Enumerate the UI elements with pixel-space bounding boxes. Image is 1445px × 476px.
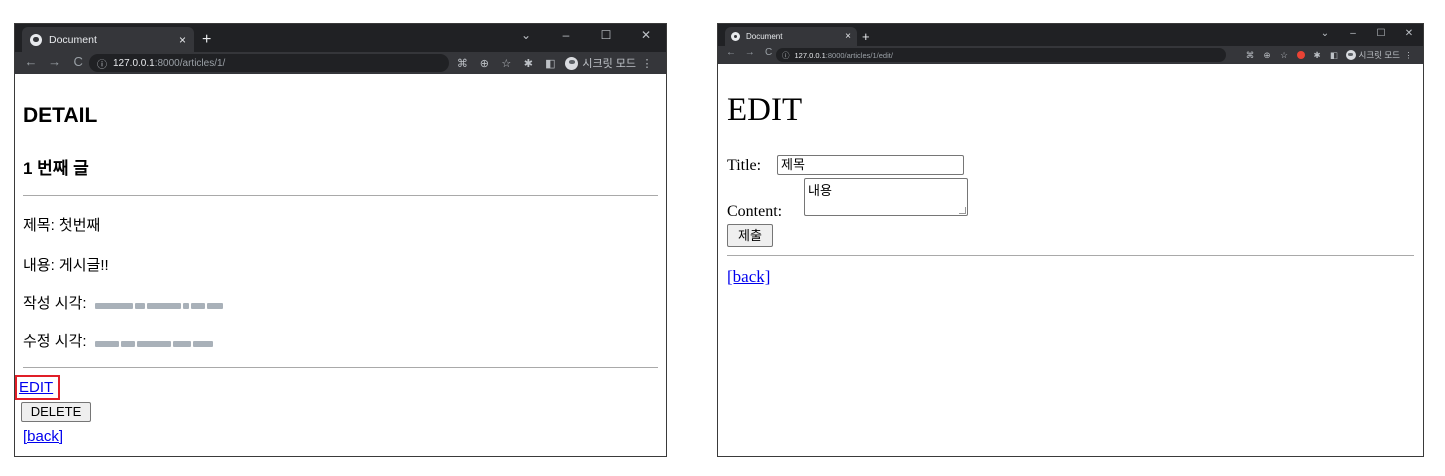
tab-strip: Document × + ⌄ – ☐ ✕ [718,24,1423,46]
reload-icon[interactable]: C [761,47,777,58]
page-content: EDIT Title: 제목 Content: 내용 제출 [back] [718,64,1423,456]
url-host: 127.0.0.1 [113,57,155,69]
reload-icon[interactable]: C [68,54,88,69]
article-content: 내용: 게시글!! [23,257,109,274]
title-input[interactable]: 제목 [777,155,964,175]
browser-toolbar: ← → C ⓘ 127.0.0.1:8000/articles/1/edit/ … [718,46,1423,64]
divider [727,255,1414,256]
updated-at-label: 수정 시각: [23,333,87,350]
zoom-icon[interactable]: ⊕ [473,57,495,70]
page-title: DETAIL [23,104,98,127]
tab-close-icon[interactable]: × [845,31,851,42]
new-tab-button[interactable]: + [202,27,211,52]
article-number-heading: 1 번째 글 [23,159,89,178]
article-title: 제목: 첫번째 [23,217,101,234]
created-at-label: 작성 시각: [23,295,87,312]
toolbar-actions: ⌘ ⊕ ☆ ✱ ◧ 시크릿 모드 ⋮ [1242,47,1417,63]
url-path: :8000/articles/1/edit/ [825,50,893,60]
tab-search-icon[interactable]: ⌄ [506,24,546,46]
tab-close-icon[interactable]: × [179,33,186,47]
site-info-icon[interactable]: ⓘ [97,56,107,71]
incognito-label[interactable]: 시크릿 모드 [582,55,636,71]
submit-button[interactable]: 제출 [727,224,773,247]
redacted-timestamp [94,334,215,351]
address-bar[interactable]: ⓘ 127.0.0.1:8000/articles/1/edit/ [776,48,1226,62]
content-label: Content: [727,203,783,220]
globe-icon [30,33,42,46]
redacted-timestamp [94,296,225,313]
incognito-avatar-icon[interactable] [565,56,579,70]
nav-buttons: ← → C [723,47,777,58]
maximize-button[interactable]: ☐ [1367,24,1395,44]
content-value: 내용 [808,183,832,198]
extensions-icon[interactable]: ✱ [517,57,539,70]
delete-button[interactable]: DELETE [21,402,91,422]
address-bar[interactable]: ⓘ 127.0.0.1:8000/articles/1/ [89,54,449,72]
side-panel-icon[interactable]: ◧ [1326,50,1343,61]
url-path: :8000/articles/1/ [154,57,226,69]
back-link[interactable]: [back] [23,428,63,445]
incognito-avatar-icon[interactable] [1345,50,1356,60]
content-textarea[interactable]: 내용 [804,178,968,216]
tab-title: Document [49,33,97,46]
close-window-button[interactable]: ✕ [626,24,666,46]
minimize-button[interactable]: – [546,24,586,46]
new-tab-button[interactable]: + [862,27,870,46]
nav-buttons: ← → C [21,54,88,69]
tab-search-icon[interactable]: ⌄ [1311,24,1339,44]
divider [23,367,658,368]
back-arrow-icon[interactable]: ← [723,47,739,58]
back-link[interactable]: [back] [727,267,770,287]
toolbar-actions: ⌘ ⊕ ☆ ✱ ◧ 시크릿 모드 ⋮ [451,54,658,72]
recording-icon[interactable] [1296,51,1305,59]
forward-arrow-icon[interactable]: → [45,54,65,69]
browser-toolbar: ← → C ⓘ 127.0.0.1:8000/articles/1/ ⌘ ⊕ ☆… [15,52,666,74]
browser-tab[interactable]: Document × [22,27,194,52]
minimize-button[interactable]: – [1339,24,1367,44]
divider [23,195,658,196]
maximize-button[interactable]: ☐ [586,24,626,46]
browser-window-edit: Document × + ⌄ – ☐ ✕ ← → C ⓘ 127.0.0.1:8… [717,23,1424,457]
menu-icon[interactable]: ⋮ [636,57,658,70]
globe-icon [731,32,740,41]
window-controls: ⌄ – ☐ ✕ [1311,24,1423,44]
window-controls: ⌄ – ☐ ✕ [506,24,666,46]
bookmark-star-icon[interactable]: ☆ [495,57,517,70]
extensions-icon[interactable]: ✱ [1309,50,1326,61]
browser-tab[interactable]: Document × [725,27,857,46]
url-host: 127.0.0.1 [794,50,826,60]
translate-icon[interactable]: ⌘ [1242,50,1259,61]
translate-icon[interactable]: ⌘ [451,57,473,70]
updated-at: 수정 시각: [23,330,215,351]
zoom-icon[interactable]: ⊕ [1259,50,1276,61]
tab-strip: Document × + ⌄ – ☐ ✕ [15,24,666,52]
forward-arrow-icon[interactable]: → [742,47,758,58]
incognito-label[interactable]: 시크릿 모드 [1359,49,1400,61]
close-window-button[interactable]: ✕ [1395,24,1423,44]
tab-title: Document [746,32,783,41]
edit-link[interactable]: EDIT [15,375,60,400]
site-info-icon[interactable]: ⓘ [782,50,790,61]
bookmark-star-icon[interactable]: ☆ [1276,50,1293,61]
resize-handle-icon[interactable] [959,207,966,214]
browser-window-detail: Document × + ⌄ – ☐ ✕ ← → C ⓘ 127.0.0.1:8… [14,23,667,457]
title-label: Title: [727,157,762,174]
menu-icon[interactable]: ⋮ [1400,50,1417,61]
side-panel-icon[interactable]: ◧ [539,57,561,70]
page-content: DETAIL 1 번째 글 제목: 첫번째 내용: 게시글!! 작성 시각: 수… [15,74,666,456]
created-at: 작성 시각: [23,292,225,313]
back-arrow-icon[interactable]: ← [21,54,41,69]
page-title: EDIT [727,92,803,128]
